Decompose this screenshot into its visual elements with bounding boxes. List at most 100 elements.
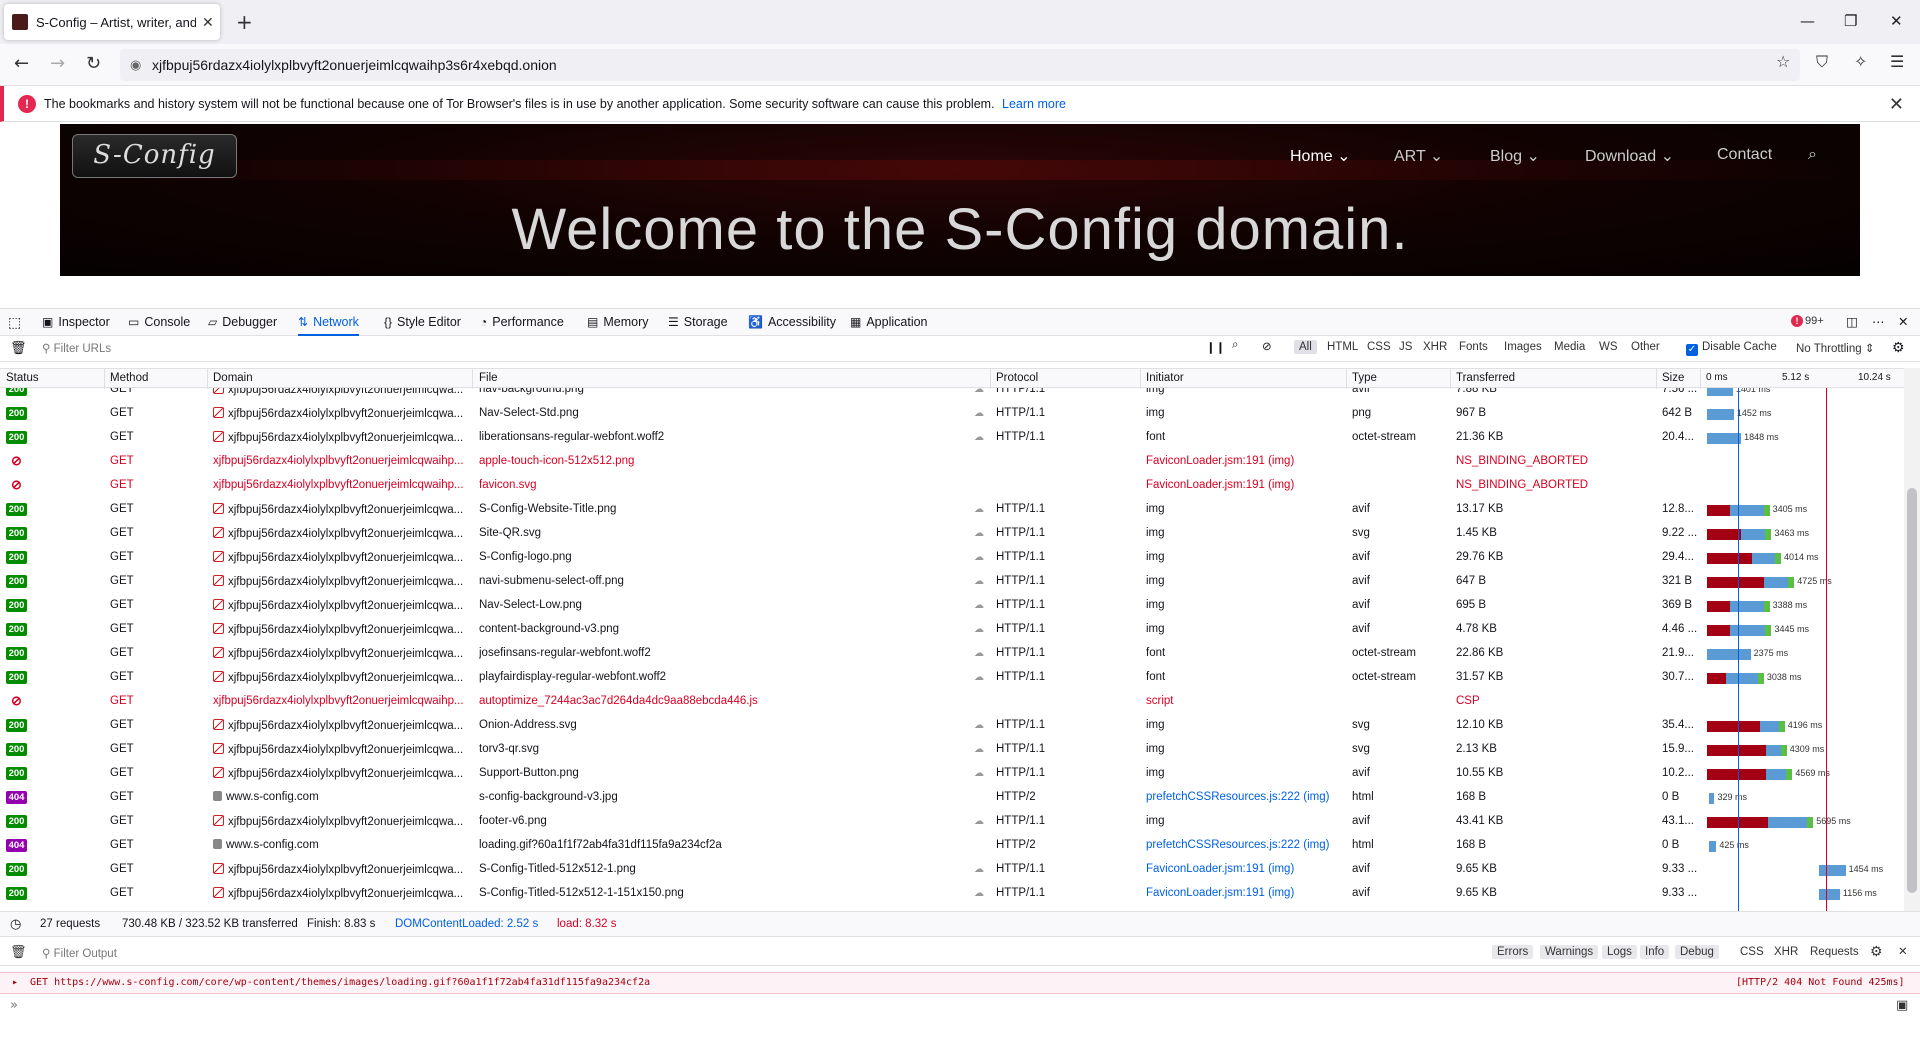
tab-performance[interactable]: ◔ Performance bbox=[480, 309, 564, 336]
table-row[interactable]: 200 GET xjfbpuj56rdazx4iolylxplbvyft2onuer… bbox=[0, 882, 1904, 906]
filter-ws[interactable]: WS bbox=[1594, 340, 1623, 354]
tab-style-editor[interactable]: {} Style Editor bbox=[384, 309, 461, 336]
table-row[interactable]: 200 GET xjfbpuj56rdazx4iolylxplbvyft2onuer… bbox=[0, 714, 1904, 738]
request-list[interactable]: 200 GET xjfbpuj56rdazx4iolylxplbvyft2onuer… bbox=[0, 388, 1904, 911]
initiator-cell[interactable]: FaviconLoader.jsm:191 (img) bbox=[1146, 863, 1342, 875]
request-list-scroll-thumb[interactable] bbox=[1907, 488, 1917, 893]
table-row[interactable]: ⊘ GET xjfbpuj56rdazx4iolylxplbvyft2onuerje… bbox=[0, 474, 1904, 498]
col-method[interactable]: Method bbox=[110, 372, 148, 384]
filter-all[interactable]: All bbox=[1294, 340, 1317, 354]
menu-home[interactable]: Home ⌄ bbox=[1290, 146, 1351, 166]
table-row[interactable]: 200 GET xjfbpuj56rdazx4iolylxplbvyft2onuer… bbox=[0, 618, 1904, 642]
console-filter-debug[interactable]: Debug bbox=[1675, 945, 1719, 959]
col-status[interactable]: Status bbox=[6, 372, 39, 384]
table-row[interactable]: 200 GET xjfbpuj56rdazx4iolylxplbvyft2onuer… bbox=[0, 570, 1904, 594]
console-filter-requests[interactable]: Requests bbox=[1810, 946, 1859, 958]
table-row[interactable]: 200 GET xjfbpuj56rdazx4iolylxplbvyft2onuer… bbox=[0, 666, 1904, 690]
close-devtools-icon[interactable]: ✕ bbox=[1898, 309, 1908, 336]
error-count-badge[interactable]: ! 99+ bbox=[1791, 315, 1824, 327]
table-row[interactable]: 200 GET xjfbpuj56rdazx4iolylxplbvyft2onuer… bbox=[0, 522, 1904, 546]
shield-icon[interactable]: ⛉ bbox=[1816, 52, 1828, 72]
table-row[interactable]: 200 GET xjfbpuj56rdazx4iolylxplbvyft2onuer… bbox=[0, 594, 1904, 618]
bookmark-star-icon[interactable]: ☆ bbox=[1776, 52, 1790, 71]
forward-arrow-icon[interactable]: → bbox=[50, 53, 65, 74]
new-tab-button[interactable]: + bbox=[236, 10, 253, 34]
site-search-icon[interactable]: ⌕ bbox=[1808, 146, 1817, 164]
tab-accessibility[interactable]: ♿ Accessibility bbox=[748, 309, 836, 336]
tab-network[interactable]: ⇅ Network bbox=[298, 309, 359, 336]
expand-arrow-icon[interactable]: ▸ bbox=[12, 973, 18, 993]
menu-contact[interactable]: Contact bbox=[1717, 146, 1772, 164]
table-row[interactable]: 200 GET xjfbpuj56rdazx4iolylxplbvyft2onuer… bbox=[0, 498, 1904, 522]
devtools-menu-icon[interactable]: ⋯ bbox=[1872, 309, 1885, 336]
tab-memory[interactable]: ▤ Memory bbox=[587, 309, 649, 336]
col-divider[interactable] bbox=[990, 369, 991, 389]
clear-log-icon[interactable]: 🗑 bbox=[10, 340, 27, 356]
col-divider[interactable] bbox=[207, 369, 208, 389]
throttling-select[interactable]: No Throttling ⇕ bbox=[1796, 341, 1874, 355]
col-type[interactable]: Type bbox=[1352, 372, 1377, 384]
table-row[interactable]: 200 GET xjfbpuj56rdazx4iolylxplbvyft2onuer… bbox=[0, 546, 1904, 570]
initiator-cell[interactable]: prefetchCSSResources.js:222 (img) bbox=[1146, 791, 1342, 803]
console-prompt[interactable]: » bbox=[10, 998, 18, 1013]
url-text[interactable]: xjfbpuj56rdazx4iolylxplbvyft2onuerjeimlc… bbox=[152, 57, 557, 73]
table-row[interactable]: 404 GET www.s-config.com s-config-backgroun… bbox=[0, 786, 1904, 810]
network-settings-gear-icon[interactable]: ⚙ bbox=[1892, 339, 1905, 356]
back-arrow-icon[interactable]: ← bbox=[14, 53, 29, 74]
request-list-scrollbar[interactable] bbox=[1904, 368, 1920, 911]
clear-console-icon[interactable]: 🗑 bbox=[10, 944, 27, 960]
table-row[interactable]: 404 GET www.s-config.com loading.gif?60a1f1… bbox=[0, 834, 1904, 858]
menu-hamburger-icon[interactable]: ☰ bbox=[1890, 52, 1904, 71]
col-transferred[interactable]: Transferred bbox=[1456, 372, 1515, 384]
col-file[interactable]: File bbox=[479, 372, 498, 384]
tab-application[interactable]: ▦ Application bbox=[850, 309, 928, 336]
table-row[interactable]: ⊘ GET xjfbpuj56rdazx4iolylxplbvyft2onuerje… bbox=[0, 690, 1904, 714]
pause-icon[interactable]: ❙❙ bbox=[1206, 340, 1225, 354]
close-tab-icon[interactable]: ✕ bbox=[202, 14, 214, 31]
initiator-cell[interactable]: FaviconLoader.jsm:191 (img) bbox=[1146, 479, 1342, 491]
table-row[interactable]: 200 GET xjfbpuj56rdazx4iolylxplbvyft2onuer… bbox=[0, 388, 1904, 402]
col-divider[interactable] bbox=[1700, 369, 1701, 389]
col-size[interactable]: Size bbox=[1662, 372, 1684, 384]
console-filter-info[interactable]: Info bbox=[1640, 945, 1670, 959]
tor-circuit-icon[interactable]: ✧ bbox=[1854, 52, 1867, 71]
editor-mode-icon[interactable]: ▣ bbox=[1896, 998, 1908, 1013]
tab-inspector[interactable]: ▣ Inspector bbox=[42, 309, 110, 336]
browser-tab[interactable]: S-Config – Artist, writer, and blo ✕ bbox=[4, 4, 220, 40]
table-row[interactable]: 200 GET xjfbpuj56rdazx4iolylxplbvyft2onuer… bbox=[0, 642, 1904, 666]
col-divider[interactable] bbox=[1450, 369, 1451, 389]
table-row[interactable]: 200 GET xjfbpuj56rdazx4iolylxplbvyft2onuer… bbox=[0, 810, 1904, 834]
initiator-cell[interactable]: prefetchCSSResources.js:222 (img) bbox=[1146, 839, 1342, 851]
console-filter-xhr[interactable]: XHR bbox=[1774, 946, 1798, 958]
menu-download[interactable]: Download ⌄ bbox=[1585, 146, 1674, 166]
filter-media[interactable]: Media bbox=[1549, 340, 1590, 354]
filter-output-input[interactable]: ⚲ Filter Output bbox=[42, 946, 117, 960]
console-filter-css[interactable]: CSS bbox=[1740, 946, 1764, 958]
tab-storage[interactable]: ☰ Storage bbox=[668, 309, 728, 336]
site-info-icon[interactable]: ◉ bbox=[130, 49, 141, 81]
close-split-console-icon[interactable]: ✕ bbox=[1898, 944, 1908, 958]
col-divider[interactable] bbox=[472, 369, 473, 389]
site-logo[interactable]: S-Config bbox=[72, 134, 237, 178]
search-icon[interactable]: ⌕ bbox=[1232, 339, 1238, 352]
table-row[interactable]: 200 GET xjfbpuj56rdazx4iolylxplbvyft2onuer… bbox=[0, 738, 1904, 762]
console-settings-gear-icon[interactable]: ⚙ bbox=[1870, 943, 1883, 960]
filter-css[interactable]: CSS bbox=[1362, 340, 1396, 354]
tab-debugger[interactable]: ▱ Debugger bbox=[208, 309, 277, 336]
menu-art[interactable]: ART ⌄ bbox=[1394, 146, 1443, 166]
table-row[interactable]: 200 GET xjfbpuj56rdazx4iolylxplbvyft2onuer… bbox=[0, 426, 1904, 450]
filter-js[interactable]: JS bbox=[1394, 340, 1417, 354]
log-message[interactable]: GET https://www.s-config.com/core/wp-con… bbox=[30, 973, 650, 993]
performance-analysis-icon[interactable]: ◷ bbox=[10, 916, 21, 932]
block-icon[interactable]: ⊘ bbox=[1262, 339, 1272, 353]
filter-other[interactable]: Other bbox=[1626, 340, 1665, 354]
col-protocol[interactable]: Protocol bbox=[996, 372, 1038, 384]
filter-fonts[interactable]: Fonts bbox=[1454, 340, 1493, 354]
restore-button[interactable]: ❐ bbox=[1844, 12, 1857, 30]
console-filter-errors[interactable]: Errors bbox=[1492, 945, 1534, 959]
filter-xhr[interactable]: XHR bbox=[1418, 340, 1452, 354]
col-divider[interactable] bbox=[1140, 369, 1141, 389]
menu-blog[interactable]: Blog ⌄ bbox=[1490, 146, 1540, 166]
reload-icon[interactable]: ↻ bbox=[86, 53, 101, 74]
minimize-button[interactable]: — bbox=[1800, 12, 1815, 30]
